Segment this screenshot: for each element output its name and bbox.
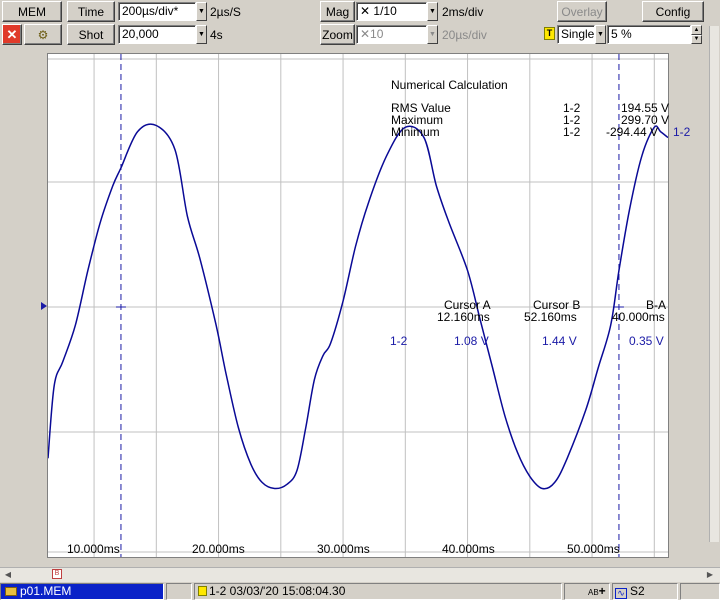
status-info: 1-2 03/03/'20 15:08:04.30 xyxy=(209,584,346,598)
zoom-value: ✕10 xyxy=(360,27,384,41)
x-tick-label: 50.000ms xyxy=(567,542,620,556)
zoom-div-label: 20µs/div xyxy=(442,28,487,42)
time-button-label: Time xyxy=(77,4,105,19)
stop-button[interactable]: ✕ xyxy=(2,24,22,45)
status-empty-panel xyxy=(166,583,192,600)
status-s2-panel: ∿ S2 xyxy=(612,583,678,600)
config-button-label: Config xyxy=(655,4,691,19)
trigger-status-icon xyxy=(198,586,207,596)
mag-select[interactable]: ✕ 1/10 xyxy=(356,2,427,21)
settings-button[interactable]: ⚙ xyxy=(24,24,62,45)
zoom-button[interactable]: Zoom xyxy=(320,24,355,45)
cursor-a-time: 12.160ms xyxy=(437,310,490,324)
shot-button-label: Shot xyxy=(78,27,104,42)
trigger-badge-text: T xyxy=(546,28,553,38)
trigger-mode-select[interactable]: Single xyxy=(557,25,595,44)
shot-select[interactable]: 20,000 xyxy=(118,25,196,44)
mag-value: ✕ 1/10 xyxy=(360,4,397,18)
shot-dropdown-button[interactable]: ▼ xyxy=(196,25,207,44)
sine-wave-icon: ∿ xyxy=(615,588,627,599)
scroll-thumb[interactable]: B xyxy=(52,569,62,579)
mag-dropdown-button[interactable]: ▼ xyxy=(427,2,438,21)
zoom-button-label: Zoom xyxy=(322,27,353,42)
x-tick-label: 30.000ms xyxy=(317,542,370,556)
file-name: p01.MEM xyxy=(20,584,72,598)
x-tick-label: 40.000ms xyxy=(442,542,495,556)
min-channel: 1-2 xyxy=(563,125,581,139)
horizontal-scrollbar[interactable]: ◀ B ▶ xyxy=(0,567,720,582)
status-ab-panel: AB+ xyxy=(564,583,610,600)
time-div-select[interactable]: 200µs/div* xyxy=(118,2,196,21)
trace-label: 1-2 xyxy=(673,125,691,139)
mem-button-label: MEM xyxy=(18,4,46,19)
chevron-down-icon: ▼ xyxy=(198,31,205,38)
chevron-down-icon: ▼ xyxy=(693,36,700,42)
time-div-dropdown-button[interactable]: ▼ xyxy=(196,2,207,21)
ab-label: AB xyxy=(588,588,599,597)
s2-label: S2 xyxy=(630,584,645,598)
cursor-b-value: 1.44 V xyxy=(542,334,577,348)
x-tick-label: 20.000ms xyxy=(192,542,245,556)
chevron-down-icon: ▼ xyxy=(198,8,205,15)
scroll-left-icon[interactable]: ◀ xyxy=(2,569,14,580)
config-button[interactable]: Config xyxy=(642,1,704,22)
scroll-right-icon[interactable]: ▶ xyxy=(704,569,716,580)
cursor-a-value: 1.08 V xyxy=(454,334,489,348)
pretrigger-down-button[interactable]: ▼ xyxy=(691,35,702,44)
x-tick-label: 10.000ms xyxy=(67,542,120,556)
file-name-panel: p01.MEM xyxy=(0,583,164,600)
chevron-down-icon: ▼ xyxy=(429,8,436,15)
chevron-down-icon: ▼ xyxy=(597,31,604,38)
pretrigger-value: 5 % xyxy=(611,27,632,41)
time-div-value: 200µs/div* xyxy=(122,4,179,18)
mag-button-label: Mag xyxy=(325,4,350,19)
time-button[interactable]: Time xyxy=(67,1,115,22)
status-end-panel xyxy=(680,583,720,600)
zoom-select[interactable]: ✕10 xyxy=(356,25,427,44)
shot-value: 20,000 xyxy=(122,27,159,41)
min-label: Minimum xyxy=(391,125,440,139)
mag-button[interactable]: Mag xyxy=(320,1,355,22)
cursor-ba-time: 40.000ms xyxy=(612,310,665,324)
chevron-up-icon: ▲ xyxy=(693,26,700,33)
shot-button[interactable]: Shot xyxy=(67,24,115,45)
overlay-button[interactable]: Overlay xyxy=(557,1,607,22)
zoom-dropdown-button[interactable]: ▼ xyxy=(427,25,438,44)
close-x-icon: ✕ xyxy=(6,26,18,42)
min-value: -294.44 V xyxy=(606,125,659,139)
pretrigger-input[interactable]: 5 % xyxy=(607,25,691,44)
gear-icon: ⚙ xyxy=(37,27,49,42)
cursor-ba-value: 0.35 V xyxy=(629,334,664,348)
status-info-panel: 1-2 03/03/'20 15:08:04.30 xyxy=(194,583,562,600)
mem-button[interactable]: MEM xyxy=(2,1,62,22)
measure-title: Numerical Calculation xyxy=(391,78,508,92)
overlay-button-label: Overlay xyxy=(561,4,603,19)
trigger-mode-value: Single xyxy=(561,27,595,41)
pretrigger-up-button[interactable]: ▲ xyxy=(691,25,702,35)
cursor-b-time: 52.160ms xyxy=(524,310,577,324)
cursor-channel: 1-2 xyxy=(390,334,408,348)
right-scrollbar[interactable] xyxy=(709,26,719,542)
sample-rate-label: 2µs/S xyxy=(210,5,241,19)
shot-time-label: 4s xyxy=(210,28,223,42)
folder-icon xyxy=(5,587,17,596)
mag-div-label: 2ms/div xyxy=(442,5,484,19)
trigger-level-marker xyxy=(41,302,47,310)
trigger-icon: T xyxy=(544,27,555,40)
trigger-mode-dropdown-button[interactable]: ▼ xyxy=(595,25,606,44)
plus-icon: + xyxy=(598,584,606,598)
chevron-down-icon: ▼ xyxy=(429,31,436,38)
